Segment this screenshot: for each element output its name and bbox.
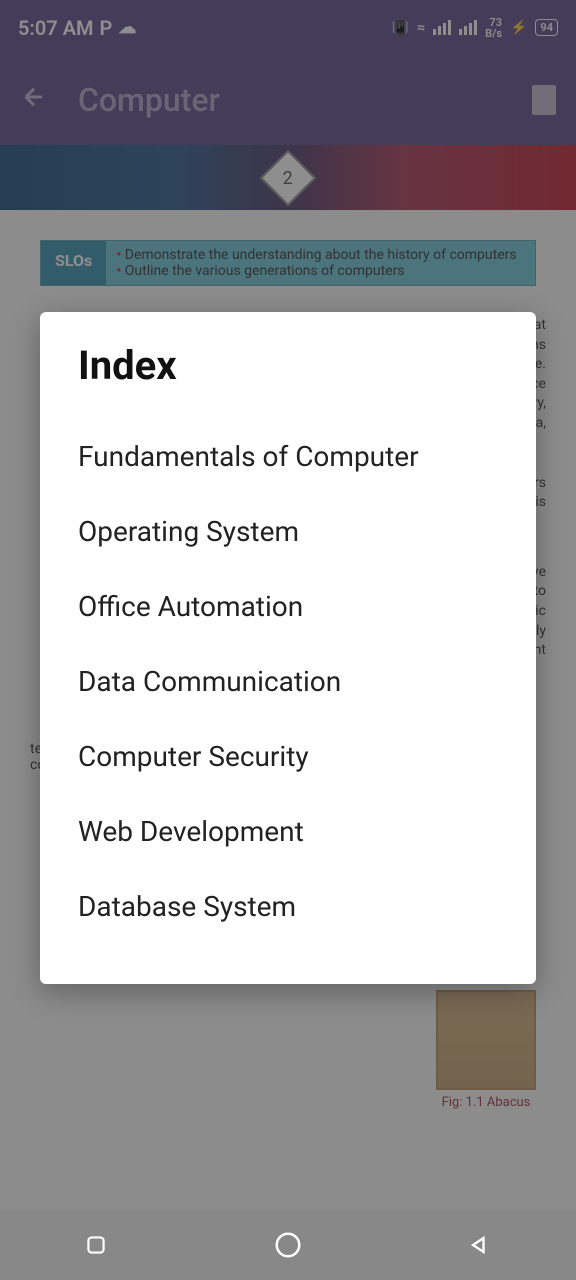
home-button[interactable] (272, 1229, 304, 1261)
index-item-fundamentals[interactable]: Fundamentals of Computer (78, 419, 498, 494)
index-item-database-system[interactable]: Database System (78, 869, 498, 944)
android-nav-bar (0, 1210, 576, 1280)
index-item-computer-security[interactable]: Computer Security (78, 719, 498, 794)
index-item-office-automation[interactable]: Office Automation (78, 569, 498, 644)
modal-title: Index (78, 342, 498, 389)
recent-apps-button[interactable] (80, 1229, 112, 1261)
index-list: Fundamentals of Computer Operating Syste… (78, 419, 498, 944)
index-item-operating-system[interactable]: Operating System (78, 494, 498, 569)
index-item-web-development[interactable]: Web Development (78, 794, 498, 869)
index-modal: Index Fundamentals of Computer Operating… (40, 312, 536, 984)
index-item-data-communication[interactable]: Data Communication (78, 644, 498, 719)
back-nav-button[interactable] (464, 1229, 496, 1261)
